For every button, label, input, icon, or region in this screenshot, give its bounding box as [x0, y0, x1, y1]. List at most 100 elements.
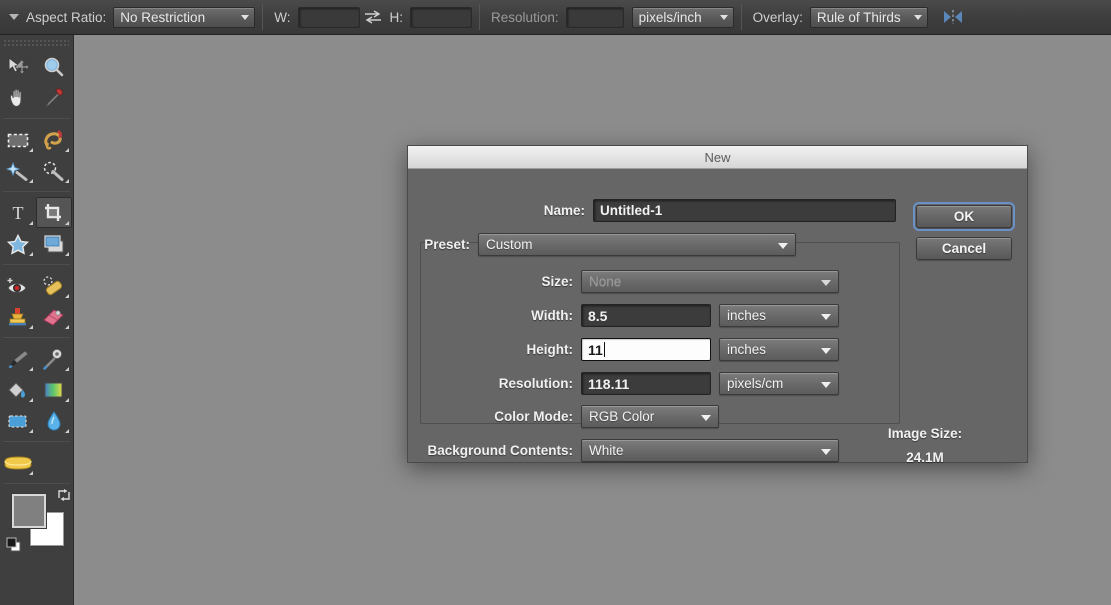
background-contents-select[interactable]: White [581, 439, 839, 462]
hand-tool[interactable] [0, 82, 36, 113]
blur-tool[interactable] [0, 405, 36, 436]
slice-tool[interactable] [36, 228, 72, 259]
lasso-tool[interactable] [36, 124, 72, 155]
sponge-tool[interactable] [0, 447, 36, 478]
chevron-down-icon [778, 242, 788, 249]
divider [3, 264, 70, 265]
chevron-down-icon [821, 381, 831, 388]
tool-submenu-indicator [65, 429, 69, 433]
chevron-down-icon [821, 279, 831, 286]
magic-wand-tool[interactable] [0, 155, 36, 186]
default-colors-icon[interactable] [6, 537, 21, 552]
resolution-row: Resolution: 118.11 pixels/cm [408, 372, 888, 395]
clone-stamp-tool[interactable] [0, 301, 36, 332]
crop-resolution-unit-select[interactable]: pixels/inch [631, 6, 734, 28]
tool-submenu-indicator [65, 325, 69, 329]
dialog-title: New [704, 149, 731, 165]
quick-selection-tool[interactable] [36, 155, 72, 186]
height-label: Height: [526, 342, 574, 357]
shape-tool[interactable] [0, 228, 36, 259]
healing-brush-tool[interactable] [36, 270, 72, 301]
aspect-ratio-select[interactable]: No Restriction [113, 6, 256, 28]
divider [3, 483, 70, 484]
tool-group-selection [0, 121, 73, 189]
photoshop-window: Aspect Ratio: No Restriction W: H: Resol… [0, 0, 1111, 605]
resolution-input[interactable]: 118.11 [581, 372, 711, 395]
preset-row: Preset: Custom [408, 233, 904, 256]
image-size-readout: Image Size: 24.1M [835, 426, 1015, 465]
zoom-tool[interactable] [36, 51, 72, 82]
resolution-unit-select[interactable]: pixels/cm [719, 372, 839, 395]
tool-group-retouch [0, 267, 73, 335]
swap-colors-icon[interactable] [57, 488, 71, 502]
divider [3, 118, 70, 119]
height-value: 11 [588, 341, 603, 358]
background-contents-row: Background Contents: White [408, 439, 888, 462]
color-mode-value: RGB Color [589, 409, 655, 424]
width-unit-value: inches [727, 308, 767, 323]
tool-submenu-indicator [65, 367, 69, 371]
crop-width-label: W: [274, 9, 291, 25]
chevron-down-icon [241, 15, 250, 20]
color-swatches [6, 489, 70, 552]
tool-submenu-indicator [29, 252, 33, 256]
color-mode-select[interactable]: RGB Color [581, 405, 719, 428]
type-tool[interactable]: T [0, 197, 36, 228]
move-tool[interactable] [0, 51, 36, 82]
red-eye-tool[interactable] [0, 270, 36, 301]
divider [3, 441, 70, 442]
crop-tool[interactable] [36, 197, 72, 228]
background-contents-value: White [589, 443, 624, 458]
background-contents-label: Background Contents: [427, 443, 573, 458]
tool-group-paint [0, 340, 73, 439]
options-bar-menu-icon[interactable] [6, 14, 22, 20]
tool-submenu-indicator [65, 252, 69, 256]
width-input[interactable]: 8.5 [581, 304, 711, 327]
height-unit-select[interactable]: inches [719, 338, 839, 361]
preset-select[interactable]: Custom [478, 233, 796, 256]
text-caret [603, 342, 605, 357]
height-unit-value: inches [727, 342, 767, 357]
crop-width-input[interactable] [297, 6, 360, 28]
swap-arrows-icon[interactable] [360, 7, 386, 27]
tools-panel-drag-grip[interactable] [4, 37, 69, 48]
crop-resolution-input[interactable] [565, 6, 624, 28]
tool-submenu-indicator [65, 221, 69, 225]
width-unit-select[interactable]: inches [719, 304, 839, 327]
tool-submenu-indicator [29, 325, 33, 329]
gradient-tool[interactable] [36, 374, 72, 405]
tool-submenu-indicator [65, 179, 69, 183]
divider [262, 4, 264, 30]
crop-resolution-label: Resolution: [491, 9, 559, 25]
effects-brush-tool[interactable] [36, 343, 72, 374]
paint-bucket-tool[interactable] [0, 374, 36, 405]
smudge-tool[interactable] [36, 405, 72, 436]
ok-button[interactable]: OK [913, 202, 1015, 231]
rectangular-marquee-tool[interactable] [0, 124, 36, 155]
width-label: Width: [531, 308, 573, 323]
crop-sides-icon[interactable] [936, 5, 970, 29]
chevron-down-icon [701, 414, 711, 421]
tool-submenu-indicator [29, 148, 33, 152]
height-row: Height: 11 inches [408, 338, 888, 361]
foreground-color-swatch[interactable] [12, 494, 46, 528]
height-input[interactable]: 11 [581, 338, 711, 361]
eraser-tool[interactable] [36, 301, 72, 332]
name-input[interactable]: Untitled-1 [593, 199, 896, 222]
eyedropper-tool[interactable] [36, 82, 72, 113]
dialog-title-bar[interactable]: New [408, 146, 1027, 169]
tool-submenu-indicator [29, 221, 33, 225]
divider [3, 337, 70, 338]
crop-height-label: H: [389, 9, 404, 25]
tool-group-navigation [0, 48, 73, 116]
crop-height-input[interactable] [410, 6, 473, 28]
overlay-select[interactable]: Rule of Thirds [809, 6, 928, 28]
divider [479, 4, 481, 30]
size-label: Size: [541, 274, 573, 289]
size-select[interactable]: None [581, 270, 839, 293]
cancel-button[interactable]: Cancel [916, 237, 1012, 260]
aspect-ratio-label: Aspect Ratio: [26, 9, 107, 25]
tool-submenu-indicator [29, 179, 33, 183]
brush-tool[interactable] [0, 343, 36, 374]
chevron-down-icon [821, 448, 831, 455]
